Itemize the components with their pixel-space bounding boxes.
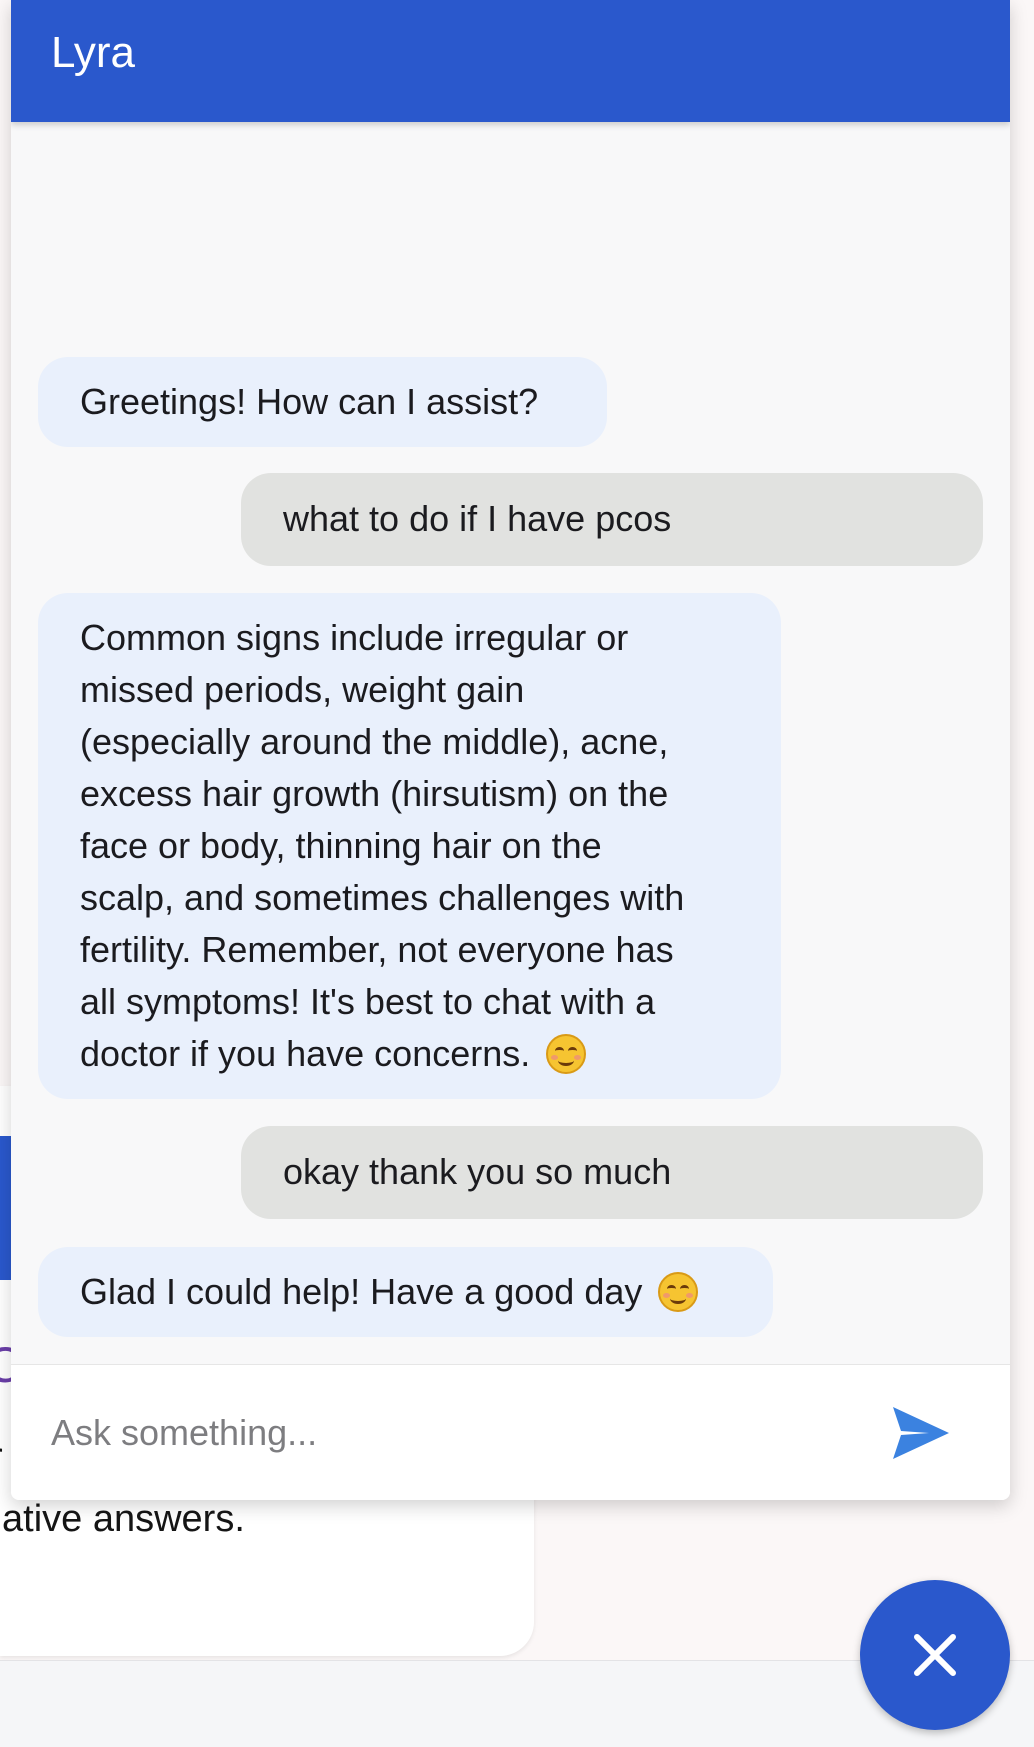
close-icon [914,1634,956,1676]
message-line: scalp, and sometimes challenges with [80,877,685,918]
user-message: what to do if I have pcos [241,473,983,566]
smiling-face-emoji-icon [658,1272,699,1312]
send-button[interactable] [889,1403,953,1463]
message-line: fertility. Remember, not everyone has [80,929,674,970]
message-text: what to do if I have pcos [283,498,672,539]
send-icon [893,1407,949,1459]
smiling-face-emoji-icon [546,1034,587,1074]
message-line: excess hair growth (hirsutism) on the [80,773,669,814]
user-message: okay thank you so much [241,1126,983,1219]
message-list: Greetings! How can I assist? what to do … [11,122,1010,1362]
background-text-fragment-char: r [0,1436,3,1479]
chat-widget: Lyra Greetings! How can I assist? what t… [11,0,1010,1500]
background-text-fragment: ative answers. [2,1498,245,1540]
message-text: Greetings! How can I assist? [80,381,539,422]
message-line: face or body, thinning hair on the [80,825,602,866]
message-line: all symptoms! It's best to chat with a [80,981,656,1022]
message-line: (especially around the middle), acne, [80,721,669,762]
chat-title: Lyra [51,28,135,77]
composer-bar [11,1364,1010,1500]
message-line: missed periods, weight gain [80,669,525,710]
message-line: Common signs include irregular or [80,617,629,658]
message-input[interactable] [51,1395,831,1471]
message-text: okay thank you so much [283,1151,672,1192]
bot-message: Glad I could help! Have a good day [38,1247,773,1337]
bot-message: Greetings! How can I assist? [38,357,607,447]
bot-message: Common signs include irregular or missed… [38,593,781,1099]
message-text: Glad I could help! Have a good day [80,1271,643,1312]
message-line-with-emoji: doctor if you have concerns. [80,1028,739,1080]
message-line: doctor if you have concerns. [80,1033,531,1074]
chat-header: Lyra [11,0,1010,122]
close-chat-button[interactable] [860,1580,1010,1730]
